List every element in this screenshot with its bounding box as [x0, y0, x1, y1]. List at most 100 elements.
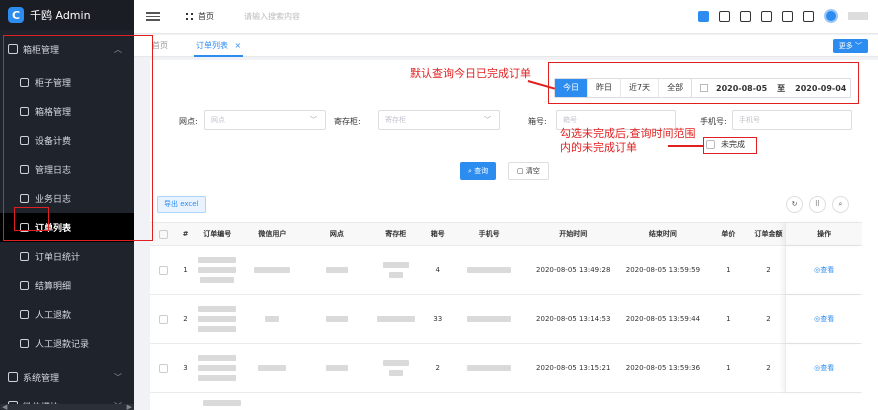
more-label: 更多	[838, 42, 853, 50]
user-icon	[20, 339, 29, 348]
cell-site-redacted	[305, 246, 369, 294]
columns-icon[interactable]: ⠿	[809, 196, 826, 213]
cell-phone-redacted	[453, 344, 526, 392]
grid-icon	[20, 310, 29, 319]
shirt-icon[interactable]	[761, 10, 772, 22]
view-label: 查看	[820, 315, 835, 323]
sidebar-scrollbar[interactable]: ◀ ▶	[0, 403, 134, 410]
view-label: 查看	[820, 364, 835, 372]
fullscreen-icon[interactable]	[803, 10, 814, 22]
phone-label: 手机号:	[700, 117, 727, 126]
search-icon[interactable]	[719, 10, 730, 22]
column-header: 开始时间	[559, 230, 588, 238]
row-checkbox[interactable]	[158, 265, 168, 275]
logo[interactable]: C 千鸥 Admin	[0, 0, 134, 30]
message-icon[interactable]	[782, 10, 793, 22]
column-header: 订单金额	[754, 230, 783, 238]
lock-icon[interactable]	[740, 10, 751, 22]
cell-end-time: 2020-08-05 13:59:59	[625, 266, 701, 274]
select-all-checkbox[interactable]	[158, 229, 168, 239]
cell-box: 2	[435, 364, 440, 372]
cell-cabinet-redacted	[369, 344, 423, 392]
chevron-down-icon: ﹀	[484, 116, 491, 124]
close-icon[interactable]: ×	[235, 41, 242, 50]
tab-label: 订单列表	[196, 41, 228, 50]
annotation-arrow	[668, 145, 704, 147]
view-link[interactable]: ◎ 查看	[785, 295, 862, 343]
box-label: 箱号:	[528, 117, 547, 126]
cell-phone-redacted	[453, 295, 526, 343]
top-header: 首页 请输入搜索内容	[134, 0, 878, 34]
column-header: 网点	[329, 230, 344, 238]
header-search-input[interactable]: 请输入搜索内容	[244, 11, 300, 22]
table-row: 2 33 2020-08-05 13:14:53 2020-08-05 13:5…	[150, 295, 862, 344]
site-select[interactable]: 网点 ﹀	[204, 110, 326, 130]
export-excel-button[interactable]: 导出 excel	[157, 196, 206, 213]
menu-group-system[interactable]: 系统管理 ﹀	[0, 358, 134, 396]
phone-input[interactable]: 手机号	[732, 110, 852, 130]
cabinet-label: 寄存柜:	[334, 117, 361, 126]
cell-start-time: 2020-08-05 13:49:28	[536, 266, 611, 274]
row-checkbox[interactable]	[158, 314, 168, 324]
breadcrumb-home: 首页	[198, 12, 214, 21]
annotation-box-order-list	[14, 207, 49, 231]
table-header: # 订单编号 微信用户 网点 寄存柜 箱号 手机号 开始时间 结束时间 单价 订…	[150, 222, 862, 246]
search-icon[interactable]: ⌕	[832, 196, 849, 213]
query-button[interactable]: ⌕ 查询	[460, 162, 497, 180]
cell-price: 1	[726, 315, 731, 323]
table-row: 1 4 2020-08-05 13:49:28 2020-08-05 13:59…	[150, 246, 862, 295]
tab-order-list[interactable]: 订单列表 ×	[194, 35, 244, 57]
cell-amount: 2	[766, 315, 771, 323]
column-header: 操作	[785, 223, 862, 245]
order-table: # 订单编号 微信用户 网点 寄存柜 箱号 手机号 开始时间 结束时间 单价 订…	[150, 222, 862, 410]
username-redacted[interactable]	[848, 12, 868, 20]
scroll-left-icon[interactable]: ◀	[2, 403, 7, 410]
cabinet-select[interactable]: 寄存柜 ﹀	[378, 110, 500, 130]
cell-index: 1	[183, 266, 188, 274]
cell-index: 3	[183, 364, 188, 372]
annotation-line: 勾选未完成后,查询时间范围	[560, 127, 696, 140]
cell-order-no-redacted	[198, 393, 246, 410]
annotation-line: 内的未完成订单	[560, 141, 637, 154]
chevron-down-icon: ﹀	[114, 372, 122, 382]
cell-index: 2	[183, 315, 188, 323]
cell-price: 1	[726, 364, 731, 372]
row-checkbox[interactable]	[158, 363, 168, 373]
row-checkbox-cell	[150, 393, 178, 410]
table-row-partial	[150, 393, 862, 410]
site-placeholder: 网点	[211, 116, 225, 124]
trash-icon: ▢	[517, 167, 526, 175]
sidebar-item-daily-stats[interactable]: 订单日统计	[0, 242, 134, 271]
avatar[interactable]	[824, 9, 838, 23]
cell-end-time: 2020-08-05 13:59:44	[625, 315, 701, 323]
chevron-down-icon: ﹀	[310, 116, 317, 124]
users-icon	[8, 372, 18, 382]
breadcrumb[interactable]: 首页	[186, 11, 214, 22]
view-link[interactable]: ◎ 查看	[785, 246, 862, 294]
cell-end-time: 2020-08-05 13:59:36	[625, 364, 701, 372]
sidebar-item-settlement[interactable]: 结算明细	[0, 271, 134, 300]
annotation-box-date-filter	[548, 62, 859, 104]
column-header: 结束时间	[648, 230, 677, 238]
tab-home[interactable]: 首页	[152, 35, 168, 57]
cell-price: 1	[726, 266, 731, 274]
column-header: 单价	[721, 230, 736, 238]
grid-icon	[186, 13, 193, 20]
clear-button[interactable]: ▢ 清空	[508, 162, 549, 180]
view-link[interactable]: ◎ 查看	[785, 344, 862, 392]
app-title: 千鸥 Admin	[30, 9, 91, 22]
menu-search-icon[interactable]	[698, 10, 709, 22]
cell-index	[178, 393, 198, 410]
menu-toggle-icon[interactable]	[146, 12, 160, 21]
row-checkbox-cell	[150, 344, 176, 392]
more-tabs-button[interactable]: 更多 ﹀	[832, 39, 868, 53]
table-tools: ↻ ⠿ ⌕	[786, 196, 849, 213]
scroll-right-icon[interactable]: ▶	[127, 403, 132, 410]
refresh-icon[interactable]: ↻	[786, 196, 803, 213]
document-icon	[20, 281, 29, 290]
sidebar-item-refund-records[interactable]: 人工退款记录	[0, 329, 134, 358]
sidebar-item-refund[interactable]: 人工退款	[0, 300, 134, 329]
column-header: 微信用户	[258, 230, 287, 238]
sidebar-item-label: 人工退款记录	[35, 340, 90, 350]
cell-box: 4	[435, 266, 440, 274]
